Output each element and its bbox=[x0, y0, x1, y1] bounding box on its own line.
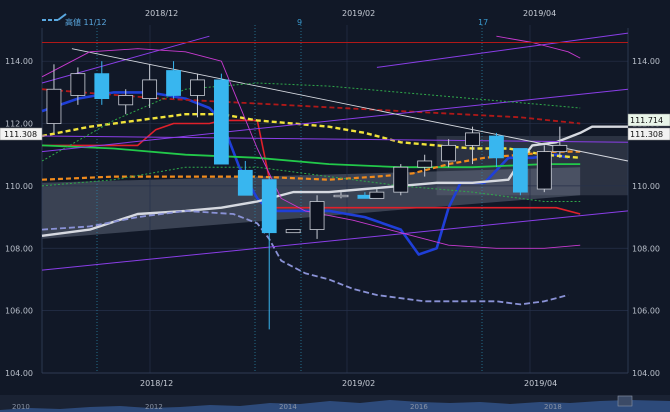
left-price-value: 111.308 bbox=[4, 130, 37, 139]
y-tick-label-right: 108.00 bbox=[632, 244, 660, 253]
candle-body bbox=[166, 70, 181, 96]
legend-label: 高値 11/12 bbox=[65, 17, 107, 27]
event-marker-label: 17 bbox=[478, 18, 488, 27]
candle-body bbox=[417, 160, 433, 168]
candle-body bbox=[190, 79, 205, 96]
top-axis-label: 2018/12 bbox=[145, 9, 178, 18]
navigator-year: 2014 bbox=[279, 403, 297, 411]
navigator-year: 2012 bbox=[145, 403, 163, 411]
y-tick-label-right: 104.00 bbox=[632, 369, 660, 378]
candle-body bbox=[512, 148, 528, 193]
candle-body bbox=[536, 151, 552, 190]
candle-body bbox=[393, 166, 409, 193]
left-price-box: 111.308 bbox=[0, 127, 43, 141]
candle-body bbox=[70, 73, 86, 96]
bottom-axis-label: 2018/12 bbox=[140, 379, 173, 388]
navigator-year: 2016 bbox=[410, 403, 428, 411]
right-price-last-value: 111.714 bbox=[630, 116, 663, 125]
y-tick-label-left: 114.00 bbox=[5, 57, 33, 66]
candle-body bbox=[118, 95, 134, 106]
candle-body bbox=[465, 132, 480, 146]
bottom-axis-label: 2019/02 bbox=[342, 379, 375, 388]
right-price-box-last: 111.714 bbox=[627, 113, 670, 127]
navigator-year: 2018 bbox=[544, 403, 562, 411]
navigator[interactable]: 2010 2012 2014 2016 2018 bbox=[0, 395, 670, 412]
top-axis-label: 2019/04 bbox=[523, 9, 556, 18]
candle-body bbox=[369, 191, 385, 199]
candle-body bbox=[552, 144, 568, 153]
candle-body bbox=[213, 79, 229, 165]
chart-stage: 104.00 104.00 106.00 106.00 108.00 108.00 110.… bbox=[0, 0, 670, 412]
y-tick-label-left: 106.00 bbox=[5, 307, 33, 316]
right-price-box-ref: 111.308 bbox=[627, 127, 670, 141]
candle-body bbox=[142, 79, 158, 99]
y-tick-label-right: 106.00 bbox=[632, 307, 660, 316]
candle-body bbox=[333, 194, 349, 198]
candle-body bbox=[309, 201, 325, 230]
price-chart[interactable]: 104.00 104.00 106.00 106.00 108.00 108.00 110.… bbox=[0, 0, 670, 412]
y-tick-label-right: 114.00 bbox=[632, 57, 660, 66]
bottom-axis-label: 2019/04 bbox=[524, 379, 557, 388]
candle-body bbox=[441, 144, 457, 162]
candle-body bbox=[489, 135, 504, 159]
candle-body bbox=[237, 169, 253, 196]
right-price-ref-value: 111.308 bbox=[630, 130, 663, 139]
y-tick-label-right: 110.00 bbox=[632, 182, 660, 191]
navigator-handle[interactable] bbox=[617, 395, 633, 407]
candle-body bbox=[285, 229, 301, 234]
y-tick-label-left: 104.00 bbox=[5, 369, 33, 378]
candle-body bbox=[261, 179, 277, 234]
candle-body bbox=[94, 73, 110, 100]
event-marker-label: 9 bbox=[297, 18, 302, 27]
y-tick-label-left: 110.00 bbox=[5, 182, 33, 191]
candle-body bbox=[46, 88, 62, 124]
y-tick-label-left: 112.00 bbox=[5, 120, 33, 129]
navigator-year: 2010 bbox=[12, 403, 30, 411]
y-tick-label-left: 108.00 bbox=[5, 244, 33, 253]
top-axis-label: 2019/02 bbox=[342, 9, 375, 18]
